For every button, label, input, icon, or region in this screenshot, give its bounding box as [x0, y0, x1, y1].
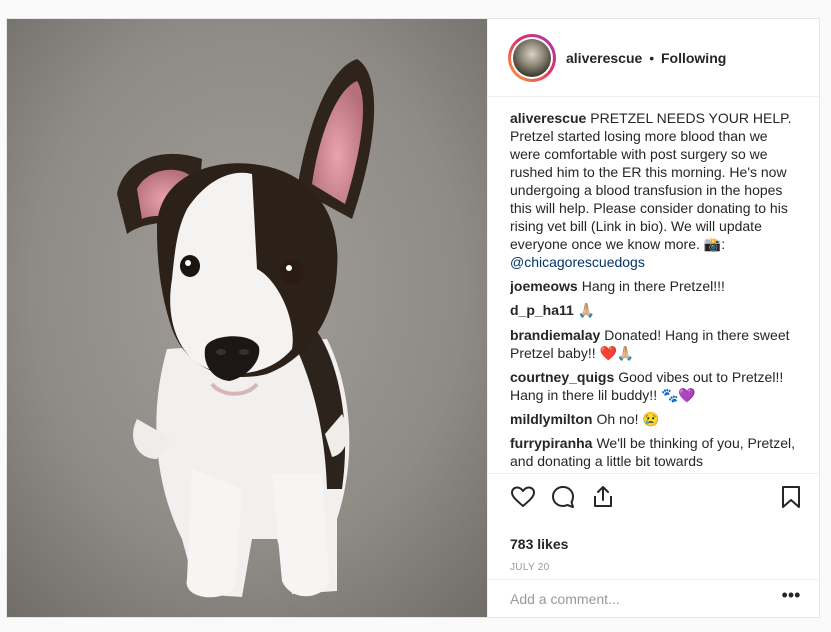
- list-item: courtney_quigs Good vibes out to Pretzel!…: [510, 368, 800, 404]
- follow-status-button[interactable]: Following: [661, 50, 726, 66]
- header-text: aliverescue • Following: [566, 50, 726, 66]
- list-item: joemeows Hang in there Pretzel!!!: [510, 277, 800, 295]
- comment-username[interactable]: courtney_quigs: [510, 369, 614, 385]
- caption-text: PRETZEL NEEDS YOUR HELP. Pretzel started…: [510, 110, 792, 252]
- comment-bubble-icon[interactable]: [550, 484, 576, 510]
- comment-text: Hang in there Pretzel!!!: [581, 278, 725, 294]
- caption-username[interactable]: aliverescue: [510, 110, 586, 126]
- list-item: furrypiranha We'll be thinking of you, Pr…: [510, 434, 800, 470]
- post-card: aliverescue • Following aliverescue PRETZ…: [6, 18, 820, 618]
- like-count[interactable]: 783 likes: [510, 536, 568, 552]
- post-header: aliverescue • Following: [488, 19, 819, 97]
- post-photo[interactable]: [7, 19, 487, 617]
- share-icon[interactable]: [590, 484, 616, 510]
- comment-username[interactable]: furrypiranha: [510, 435, 592, 451]
- author-username[interactable]: aliverescue: [566, 50, 642, 66]
- post-sidebar: aliverescue • Following aliverescue PRETZ…: [487, 19, 819, 617]
- list-item: d_p_ha11 🙏🏼: [510, 301, 800, 320]
- list-item: mildlymilton Oh no! 😢: [510, 410, 800, 428]
- avatar-image: [513, 39, 551, 77]
- caption-mention-link[interactable]: @chicagorescuedogs: [510, 254, 645, 270]
- story-ring[interactable]: [508, 34, 556, 82]
- add-comment-bar: •••: [488, 579, 819, 617]
- comment-text: 🙏🏼: [577, 303, 596, 319]
- comments-list[interactable]: aliverescue PRETZEL NEEDS YOUR HELP. Pret…: [510, 109, 800, 471]
- comment-username[interactable]: mildlymilton: [510, 411, 592, 427]
- add-comment-input[interactable]: [510, 589, 760, 609]
- caption: aliverescue PRETZEL NEEDS YOUR HELP. Pret…: [510, 109, 800, 271]
- heart-icon[interactable]: [510, 484, 536, 510]
- post-date[interactable]: JULY 20: [510, 562, 550, 573]
- comment-username[interactable]: joemeows: [510, 278, 578, 294]
- avatar[interactable]: [511, 37, 553, 79]
- comment-username[interactable]: d_p_ha11: [510, 302, 574, 318]
- comment-text: Oh no! 😢: [596, 411, 660, 427]
- list-item: brandiemalay Donated! Hang in there sweet…: [510, 326, 800, 362]
- separator-dot: •: [649, 50, 655, 66]
- more-options-button[interactable]: •••: [780, 586, 802, 608]
- comment-username[interactable]: brandiemalay: [510, 327, 600, 343]
- bookmark-icon[interactable]: [778, 484, 804, 510]
- dog-photo-illustration: [7, 19, 487, 617]
